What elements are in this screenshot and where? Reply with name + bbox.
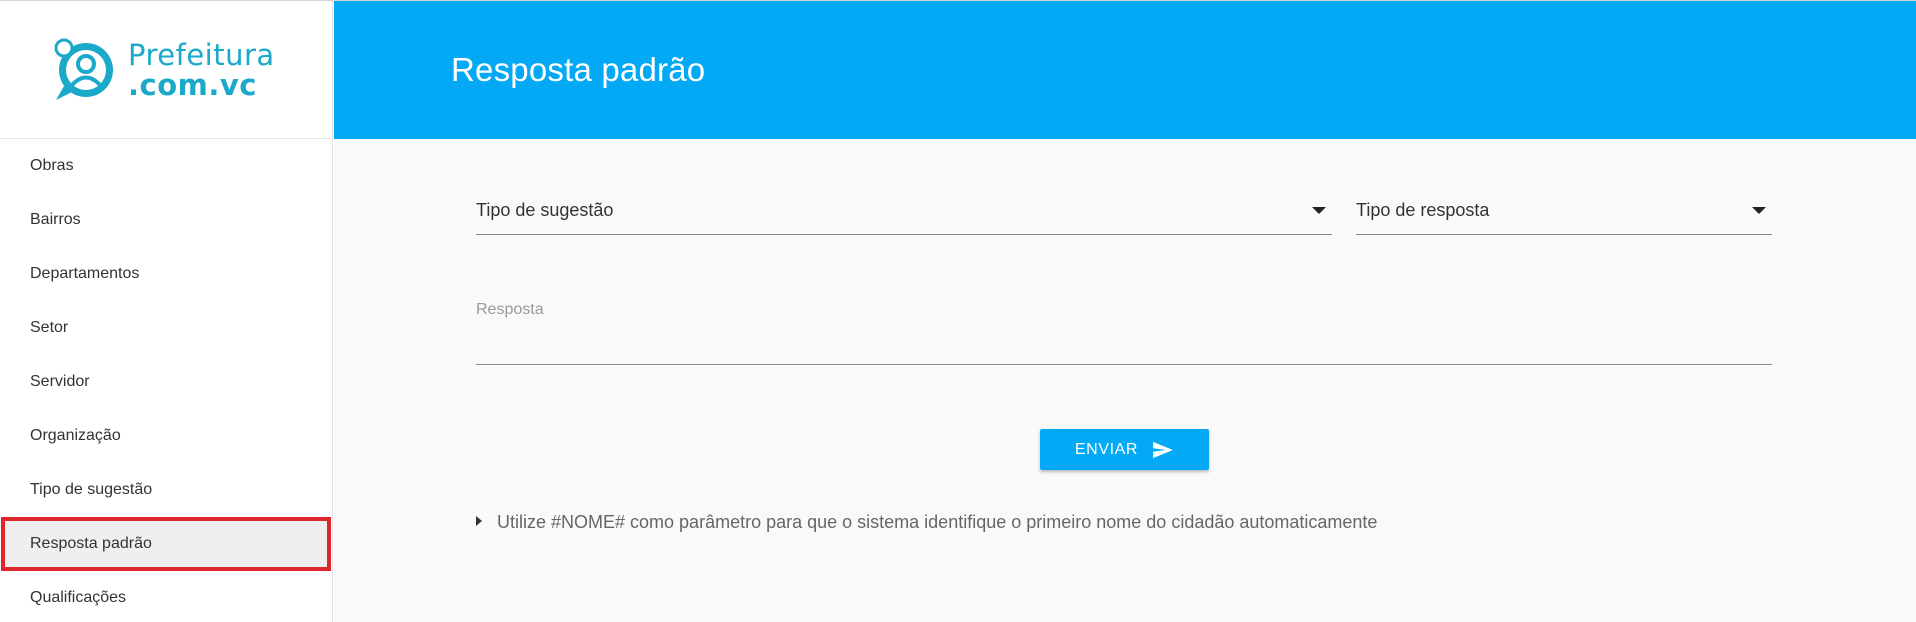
brand-name: Prefeitura .com.vc [128, 40, 275, 100]
caret-down-icon [1752, 207, 1766, 214]
brand-line1: Prefeitura [128, 37, 275, 72]
sidebar-item-qualificacoes[interactable]: Qualificações [0, 571, 332, 622]
logo[interactable]: Prefeitura .com.vc [0, 1, 332, 139]
resposta-textarea[interactable]: Resposta [476, 289, 1772, 365]
sidebar-item-organizacao[interactable]: Organização [0, 409, 332, 463]
sidebar-item-tipo-de-sugestao[interactable]: Tipo de sugestão [0, 463, 332, 517]
sidebar-nav: Obras Bairros Departamentos Setor Servid… [0, 139, 332, 622]
sidebar-item-resposta-padrao[interactable]: Resposta padrão [1, 517, 331, 571]
sidebar-item-bairros[interactable]: Bairros [0, 193, 332, 247]
sidebar-item-departamentos[interactable]: Departamentos [0, 247, 332, 301]
page-header: Resposta padrão [334, 1, 1916, 139]
caret-down-icon [1312, 207, 1326, 214]
hint-text: Utilize #NOME# como parâmetro para que o… [497, 512, 1378, 532]
sidebar-item-obras[interactable]: Obras [0, 139, 332, 193]
sidebar-item-servidor[interactable]: Servidor [0, 355, 332, 409]
sidebar: Prefeitura .com.vc Obras Bairros Departa… [0, 1, 333, 622]
sidebar-item-setor[interactable]: Setor [0, 301, 332, 355]
enviar-label: ENVIAR [1074, 440, 1139, 458]
brand-line2: .com.vc [128, 67, 257, 102]
tipo-resposta-label: Tipo de resposta [1356, 200, 1490, 220]
send-icon [1153, 441, 1173, 458]
resposta-placeholder: Resposta [476, 301, 544, 318]
tipo-sugestao-label: Tipo de sugestão [476, 200, 614, 220]
page-title: Resposta padrão [451, 51, 706, 88]
main-content: Resposta padrão Tipo de sugestão Tipo de… [334, 1, 1916, 622]
user-chat-icon [54, 38, 113, 100]
triangle-right-icon [476, 515, 482, 526]
hint-text-row: Utilize #NOME# como parâmetro para que o… [476, 512, 1377, 533]
tipo-sugestao-select[interactable]: Tipo de sugestão [476, 187, 1332, 235]
tipo-resposta-select[interactable]: Tipo de resposta [1356, 187, 1772, 235]
enviar-button[interactable]: ENVIAR [1040, 429, 1209, 470]
app-window: Prefeitura .com.vc Obras Bairros Departa… [0, 0, 1916, 622]
